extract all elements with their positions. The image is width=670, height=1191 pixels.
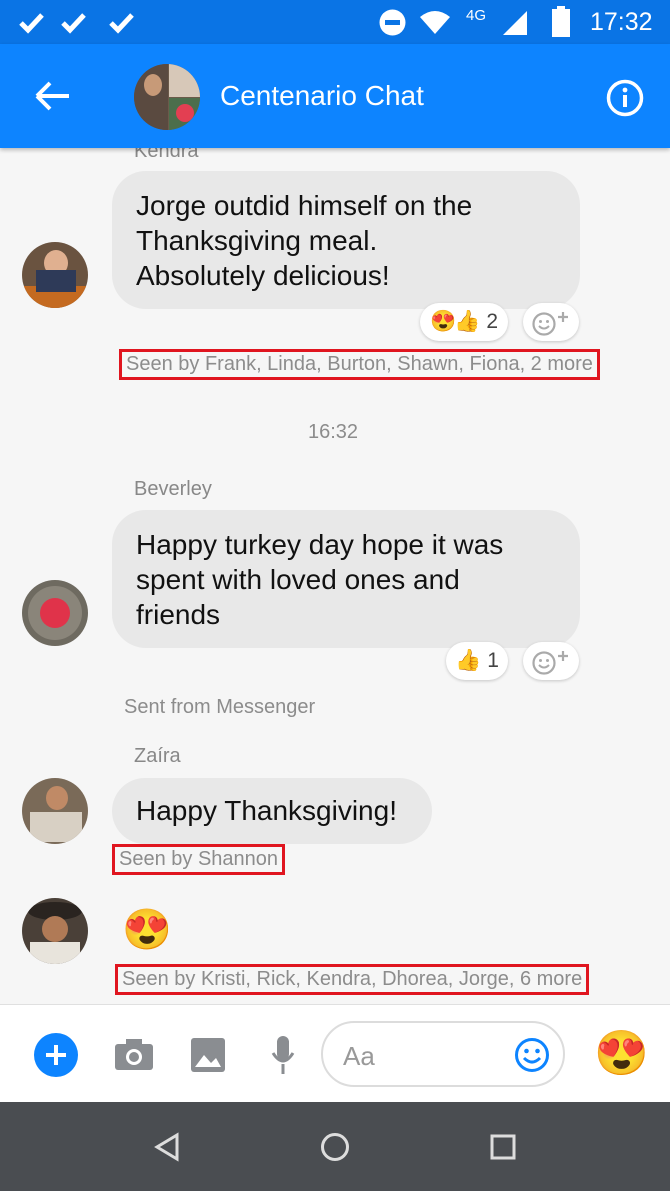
message-text: Happy Thanksgiving! [136, 795, 397, 826]
status-bar: 4G 17:32 [0, 0, 670, 44]
heart-eyes-emoji-icon: 😍 [430, 310, 457, 333]
message-line: Happy turkey day hope it was [136, 529, 504, 560]
add-reaction-button[interactable] [523, 642, 579, 680]
sender-name: Zaíra [134, 745, 181, 767]
microphone-icon[interactable] [270, 1035, 296, 1075]
message-input-placeholder: Aa [343, 1041, 375, 1071]
clock: 17:32 [590, 8, 653, 36]
timestamp: 16:32 [308, 421, 359, 443]
emoji-message[interactable]: 😍 [122, 906, 172, 953]
add-emoji-icon [532, 651, 568, 675]
do-not-disturb-icon [379, 9, 406, 36]
message-line: Thanksgiving meal. [136, 225, 378, 256]
seen-by-receipt: Seen by Frank, Linda, Burton, Shawn, Fio… [119, 349, 600, 380]
info-icon[interactable] [606, 79, 644, 117]
battery-icon [552, 6, 570, 37]
camera-icon[interactable] [114, 1037, 154, 1071]
message-line: friends [136, 599, 221, 630]
message-bubble[interactable]: Happy Thanksgiving! [112, 778, 432, 844]
chat-title[interactable]: Centenario Chat [220, 80, 424, 112]
message-bubble[interactable]: Happy turkey day hope it was spent with … [112, 510, 580, 648]
check-notification-icons [19, 13, 134, 34]
seen-by-receipt: Seen by Shannon [112, 844, 286, 875]
add-reaction-button[interactable] [523, 303, 579, 341]
message-composer: Aa 😍 [0, 1004, 670, 1103]
avatar[interactable] [22, 898, 88, 964]
thumbs-up-emoji-icon: 👍 [454, 310, 481, 333]
message-line: spent with loved ones and [136, 564, 460, 595]
chat-header: Centenario Chat [0, 44, 670, 148]
wifi-icon [420, 11, 450, 34]
home-nav-icon[interactable] [320, 1132, 350, 1162]
thumbs-up-emoji-icon: 👍 [455, 649, 482, 672]
system-nav-bar [0, 1102, 670, 1191]
back-nav-icon[interactable] [154, 1132, 180, 1162]
emoji-picker-icon[interactable] [514, 1037, 550, 1073]
message-list[interactable]: Kendra Jorge outdid himself on the Thank… [0, 148, 670, 1004]
message-line: Absolutely delicious! [136, 260, 390, 291]
message-bubble[interactable]: Jorge outdid himself on the Thanksgiving… [112, 171, 580, 309]
message-line: Jorge outdid himself on the [136, 190, 473, 221]
send-emoji-button[interactable]: 😍 [594, 1027, 649, 1079]
network-type: 4G [466, 7, 487, 24]
back-arrow-icon[interactable] [35, 81, 71, 111]
avatar[interactable] [22, 580, 88, 646]
avatar[interactable] [22, 242, 88, 308]
gallery-icon[interactable] [190, 1037, 226, 1073]
cell-signal-icon [503, 11, 527, 35]
group-avatar[interactable] [134, 64, 200, 130]
sent-from-messenger-label: Sent from Messenger [124, 696, 316, 718]
sender-name: Kendra [134, 148, 199, 162]
message-input[interactable]: Aa [321, 1021, 565, 1087]
reaction-count: 1 [487, 649, 499, 672]
sender-name: Beverley [134, 478, 212, 500]
reaction-badge[interactable]: 😍 👍 2 [420, 303, 508, 341]
plus-icon [46, 1045, 66, 1065]
reaction-badge[interactable]: 👍 1 [446, 642, 508, 680]
avatar[interactable] [22, 778, 88, 844]
recents-nav-icon[interactable] [490, 1134, 516, 1160]
add-emoji-icon [532, 312, 568, 336]
reaction-count: 2 [486, 310, 498, 333]
seen-by-receipt: Seen by Kristi, Rick, Kendra, Dhorea, Jo… [115, 964, 590, 995]
more-actions-button[interactable] [34, 1033, 78, 1077]
